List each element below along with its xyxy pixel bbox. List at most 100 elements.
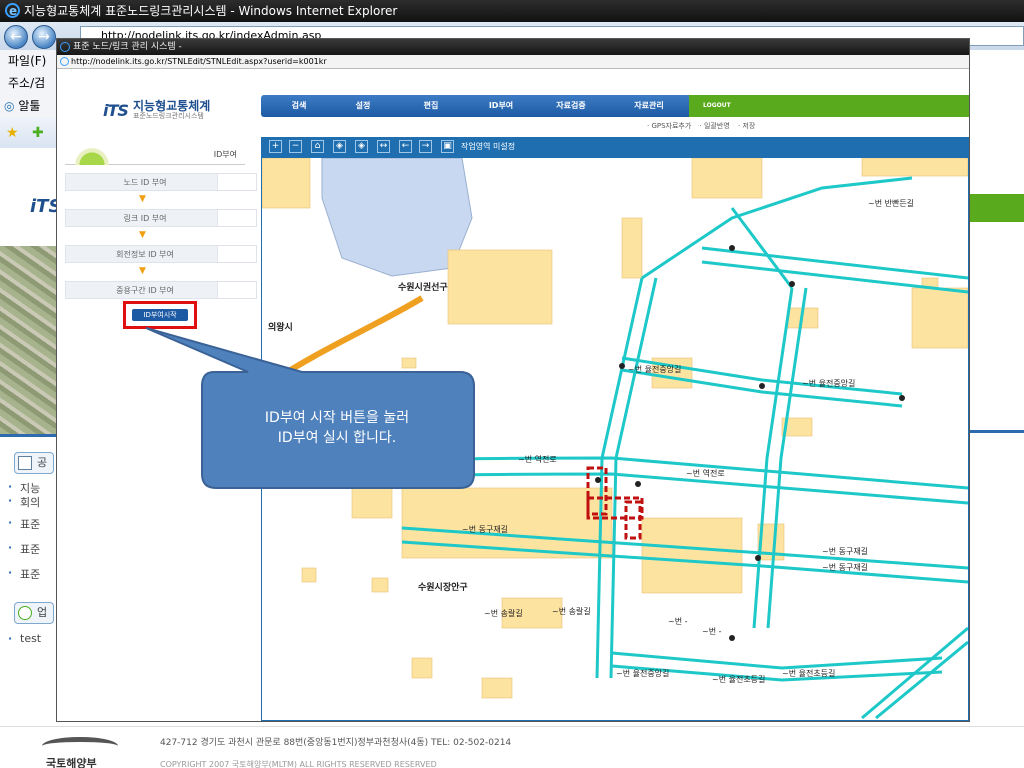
- outer-links-label[interactable]: ◎ 알툴: [0, 94, 58, 118]
- map-block: [691, 158, 763, 199]
- node: [729, 245, 735, 251]
- map-block: [447, 249, 553, 325]
- outer-footer: 국토해양부 427-712 경기도 과천시 관문로 88번(중앙동1번지)정부과…: [0, 726, 1024, 768]
- back-icon[interactable]: ←: [4, 25, 28, 49]
- highlight-box: [624, 500, 642, 540]
- outer-aerial-photo: [0, 246, 58, 434]
- outer-notice-title: 공: [37, 456, 48, 469]
- road-label: ~번 반빤든길: [868, 199, 914, 208]
- main-navigation: 검색 설정 편집 ID부여 자료검증 자료관리: [261, 95, 689, 117]
- subnav-gps-add[interactable]: · GPS자료추가: [647, 122, 691, 130]
- popup-title: 표준 노드/링크 관리 시스템 -: [73, 42, 182, 52]
- step-link-id[interactable]: 링크 ID 부여: [65, 209, 225, 227]
- logout-button[interactable]: LOGOUT: [703, 95, 731, 117]
- app-subtitle: 표준노드링크관리시스템: [133, 112, 204, 120]
- highway: [262, 295, 424, 391]
- logout-bar: LOGOUT: [689, 95, 969, 117]
- road-label: ~번 역전로: [686, 468, 725, 478]
- district-label: 수원시권선구: [398, 281, 448, 293]
- nav-settings[interactable]: 설정: [335, 95, 391, 117]
- road-label: ~번 역전로: [518, 454, 557, 464]
- node-points: [595, 245, 905, 641]
- clock-icon: [18, 606, 32, 620]
- select-area-icon[interactable]: ◈: [355, 140, 368, 153]
- step-link-id-status: [217, 209, 257, 227]
- node: [595, 477, 601, 483]
- map-block: [911, 287, 968, 349]
- node: [619, 363, 625, 369]
- full-extent-icon[interactable]: ▣: [441, 140, 454, 153]
- callout-line-1: ID부여 시작 버튼을 눌러: [264, 410, 410, 426]
- outer-right-divider: [969, 430, 1024, 433]
- road-label: ~번 동구재길: [462, 525, 508, 534]
- step-node-id[interactable]: 노드 ID 부여: [65, 173, 225, 191]
- node: [729, 635, 735, 641]
- subnav-batch-apply[interactable]: · 일괄반영: [700, 122, 730, 130]
- subnav-save[interactable]: · 저장: [738, 122, 755, 130]
- step-turn-id[interactable]: 회전정보 ID 부여: [65, 245, 225, 263]
- outer-news-item[interactable]: 표준: [8, 541, 40, 557]
- nav-id-assign[interactable]: ID부여: [473, 95, 529, 117]
- outer-window-title: 지능형교통체계 표준노드링크관리시스템 - Windows Internet E…: [24, 4, 398, 18]
- node: [635, 481, 641, 487]
- sidebar-header: ID부여: [65, 143, 245, 165]
- outer-news-item[interactable]: 표준: [8, 566, 40, 582]
- forward-icon[interactable]: →: [32, 25, 56, 49]
- road-line: [861, 626, 968, 720]
- pan-icon[interactable]: ↔: [377, 140, 390, 153]
- step-turn-id-status: [217, 245, 257, 263]
- outer-news-item[interactable]: 회의: [8, 494, 40, 510]
- road-label: ~번 율전초등길: [712, 674, 765, 684]
- notice-icon: [18, 456, 32, 470]
- zoom-in-icon[interactable]: +: [269, 140, 282, 153]
- outer-address-label: 주소/검: [0, 72, 58, 94]
- city-label: 의왕시: [268, 321, 293, 333]
- previous-view-icon[interactable]: ←: [399, 140, 412, 153]
- outer-menu-file[interactable]: 파일(F): [0, 50, 58, 72]
- favorites-star-icon[interactable]: ★: [6, 126, 19, 140]
- road-label: ~번 율전중앙길: [628, 364, 681, 374]
- map-block: [351, 487, 393, 519]
- node: [789, 281, 795, 287]
- road-line: [611, 651, 943, 670]
- callout-line-2: ID부여 실시 합니다.: [277, 430, 397, 446]
- down-arrow-icon: ▼: [139, 230, 146, 240]
- road-line: [595, 277, 644, 679]
- road-label: ~번 율전초등길: [782, 668, 835, 678]
- outer-news-item[interactable]: test: [8, 632, 41, 645]
- map-toolbar: + − ⌂ ◈ ◈ ↔ ← → ▣ 작업영역 미설정: [261, 137, 969, 157]
- step-section-id-status: [217, 281, 257, 299]
- select-icon[interactable]: ◈: [333, 140, 346, 153]
- road-label: ~번 송랄길: [552, 607, 591, 616]
- down-arrow-icon: ▼: [139, 266, 146, 276]
- road-label: ~번 동구재길: [822, 563, 868, 572]
- callout-text: ID부여 시작 버튼을 눌러 ID부여 실시 합니다.: [202, 390, 472, 490]
- popup-window: 표준 노드/링크 관리 시스템 - http://nodelink.its.go…: [56, 38, 970, 722]
- node: [759, 383, 765, 389]
- id-assign-start-button[interactable]: ID부여시작: [132, 309, 188, 321]
- sidebar-title: ID부여: [213, 150, 237, 159]
- popup-address-field[interactable]: http://nodelink.its.go.kr/STNLEdit/STNLE…: [57, 55, 969, 69]
- add-favorite-icon[interactable]: ✚: [32, 126, 44, 140]
- nav-search[interactable]: 검색: [271, 95, 327, 117]
- outer-notice-box: 공: [14, 452, 54, 474]
- home-icon[interactable]: ⌂: [311, 140, 324, 153]
- map-block: [301, 567, 317, 583]
- map-block: [371, 577, 389, 593]
- its-logo-icon: iTS: [103, 101, 129, 120]
- map-block: [621, 217, 643, 279]
- ministry-logo-icon: [42, 737, 118, 755]
- step-section-id[interactable]: 중용구간 ID 부여: [65, 281, 225, 299]
- next-view-icon[interactable]: →: [419, 140, 432, 153]
- zoom-out-icon[interactable]: −: [289, 140, 302, 153]
- step-node-id-status: [217, 173, 257, 191]
- road-label: ~번 율전중앙길: [802, 378, 855, 388]
- outer-news-item[interactable]: 표준: [8, 516, 40, 532]
- road-label: ~번 -: [668, 617, 688, 626]
- nav-edit[interactable]: 편집: [403, 95, 459, 117]
- road-label: ~번 율전중앙길: [616, 668, 669, 678]
- outer-right-green-bar: [969, 194, 1024, 222]
- nav-data-verify[interactable]: 자료검증: [543, 95, 599, 117]
- map-block: [641, 517, 743, 594]
- nav-data-manage[interactable]: 자료관리: [621, 95, 677, 117]
